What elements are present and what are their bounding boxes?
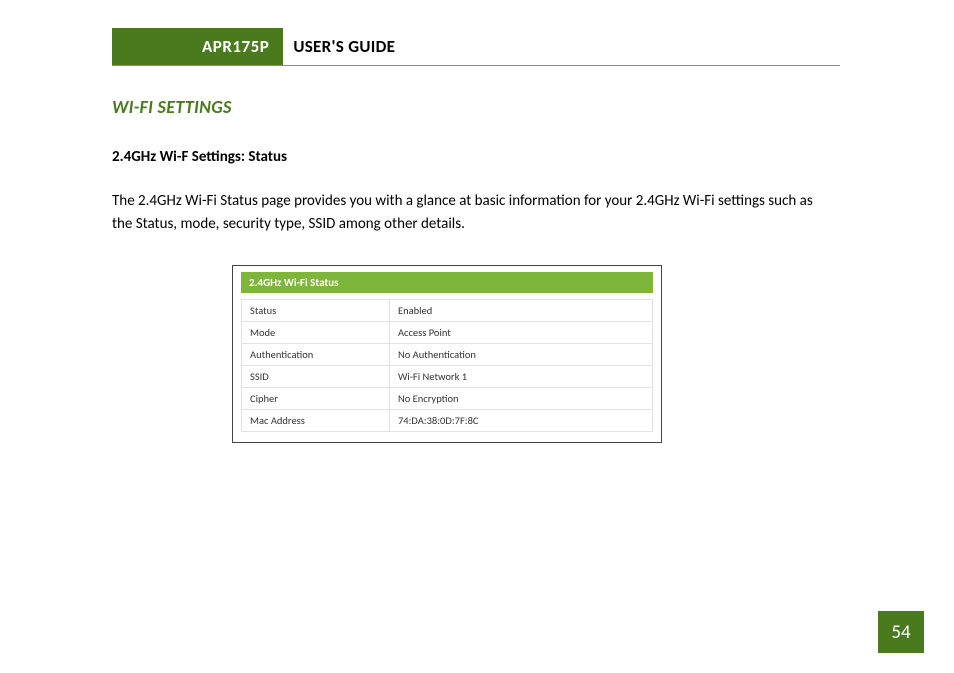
figure-header: 2.4GHz Wi-Fi Status — [241, 272, 653, 293]
row-label: Mac Address — [242, 409, 390, 431]
sub-section-title: 2.4GHz Wi-F Settings: Status — [112, 148, 858, 166]
row-value: Wi-Fi Network 1 — [389, 365, 652, 387]
row-value: Access Point — [389, 321, 652, 343]
wifi-status-table: Status Enabled Mode Access Point Authent… — [241, 299, 653, 432]
row-value: Enabled — [389, 299, 652, 321]
table-row: Status Enabled — [242, 299, 653, 321]
page-number: 54 — [878, 611, 924, 653]
table-row: SSID Wi-Fi Network 1 — [242, 365, 653, 387]
table-row: Mac Address 74:DA:38:0D:7F:8C — [242, 409, 653, 431]
row-label: Status — [242, 299, 390, 321]
row-value: 74:DA:38:0D:7F:8C — [389, 409, 652, 431]
table-row: Mode Access Point — [242, 321, 653, 343]
section-title: WI-FI SETTINGS — [112, 96, 858, 118]
page-header: APR175P USER'S GUIDE — [112, 28, 840, 66]
table-row: Authentication No Authentication — [242, 343, 653, 365]
body-paragraph: The 2.4GHz Wi-Fi Status page provides yo… — [112, 190, 832, 237]
row-label: Cipher — [242, 387, 390, 409]
table-row: Cipher No Encryption — [242, 387, 653, 409]
row-value: No Encryption — [389, 387, 652, 409]
wifi-status-figure: 2.4GHz Wi-Fi Status Status Enabled Mode … — [232, 265, 662, 443]
row-value: No Authentication — [389, 343, 652, 365]
row-label: Mode — [242, 321, 390, 343]
guide-title: USER'S GUIDE — [283, 28, 395, 65]
model-badge: APR175P — [112, 28, 283, 65]
row-label: SSID — [242, 365, 390, 387]
row-label: Authentication — [242, 343, 390, 365]
document-page: APR175P USER'S GUIDE WI-FI SETTINGS 2.4G… — [0, 0, 954, 443]
